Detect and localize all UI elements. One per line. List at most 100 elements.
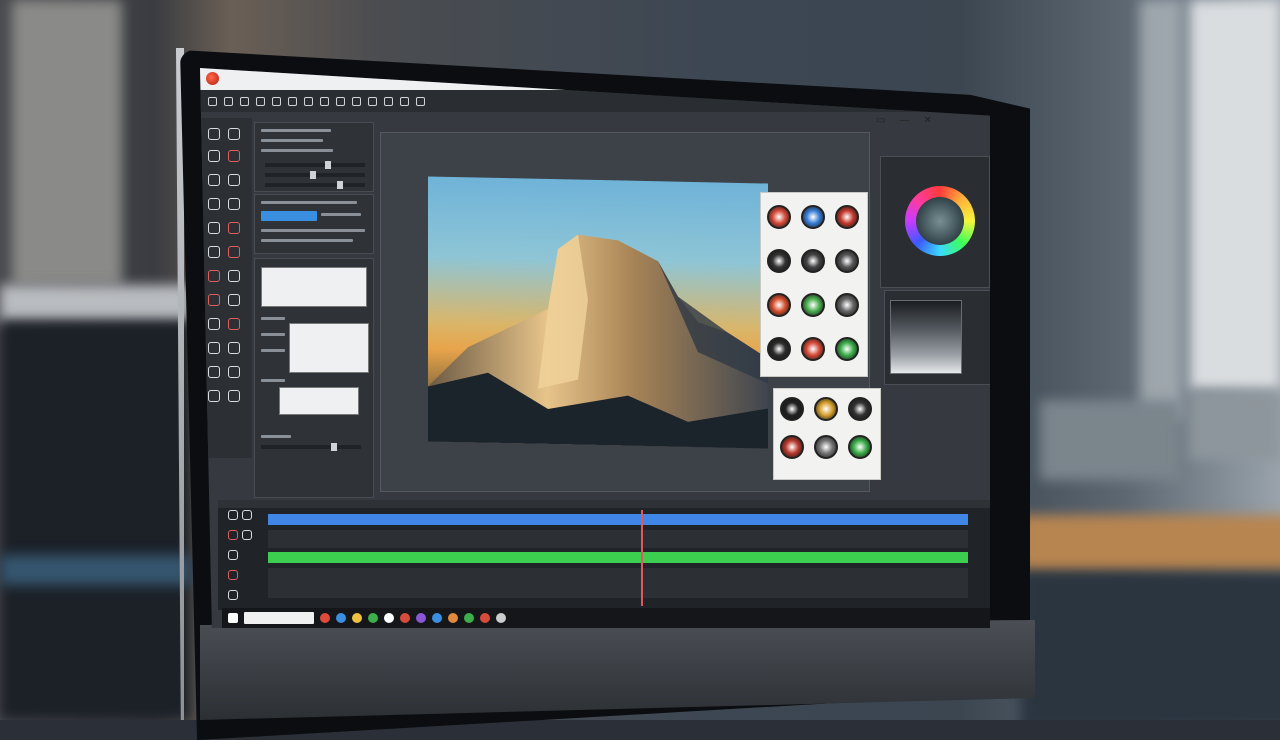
sticker-heart-green-icon[interactable] <box>848 435 872 459</box>
layer-name-line <box>261 317 285 320</box>
text-icon[interactable] <box>384 96 393 106</box>
text-tool-icon[interactable] <box>228 294 240 306</box>
sticker-red-ring-icon[interactable] <box>767 205 791 229</box>
track-lock-icon[interactable] <box>228 510 238 520</box>
mask-tool-icon[interactable] <box>208 390 220 402</box>
tools-icon[interactable] <box>480 613 490 623</box>
sticker-heart-dark-2-icon[interactable] <box>848 397 872 421</box>
restore-icon[interactable]: ▭ <box>876 115 885 126</box>
bg-box <box>1040 400 1180 480</box>
media-icon[interactable] <box>400 613 410 623</box>
game-icon[interactable] <box>464 613 474 623</box>
heal-tool-icon[interactable] <box>228 198 240 210</box>
sticker-red-dots-icon[interactable] <box>835 205 859 229</box>
open-icon[interactable] <box>224 96 233 106</box>
timeline-ruler[interactable] <box>218 500 990 508</box>
sticker-green-icon[interactable] <box>835 337 859 361</box>
layer-thumbnail[interactable] <box>289 323 369 373</box>
empty-track-2 <box>268 568 968 598</box>
copy-icon[interactable] <box>304 96 313 106</box>
eraser-tool-icon[interactable] <box>208 246 220 258</box>
photos-icon[interactable] <box>416 613 426 623</box>
sticker-dark-1-icon[interactable] <box>767 249 791 273</box>
settings-icon[interactable] <box>416 96 425 106</box>
undo-icon[interactable] <box>256 96 265 106</box>
background-color-icon[interactable] <box>228 366 240 378</box>
move-tool-icon[interactable] <box>228 128 240 140</box>
crop-icon[interactable] <box>336 96 345 106</box>
sticker-dark-2-icon[interactable] <box>801 249 825 273</box>
sticker-dark-3-icon[interactable] <box>835 249 859 273</box>
track-fx-icon[interactable] <box>228 570 238 580</box>
video-track-clip[interactable] <box>268 514 968 525</box>
paste-icon[interactable] <box>320 96 329 106</box>
rotate-icon[interactable] <box>352 96 361 106</box>
path-tool-icon[interactable] <box>208 318 220 330</box>
sticker-green-red-icon[interactable] <box>801 293 825 317</box>
tool-column <box>200 118 252 458</box>
track-eye-icon[interactable] <box>242 510 252 520</box>
redo-icon[interactable] <box>272 96 281 106</box>
crop-tool-icon[interactable] <box>208 174 220 186</box>
brush-tool-icon[interactable] <box>208 222 220 234</box>
blur-tool-icon[interactable] <box>208 270 220 282</box>
lasso-tool-icon[interactable] <box>208 150 220 162</box>
mountain-photo[interactable] <box>428 176 768 449</box>
sticker-red-ring-2-icon[interactable] <box>801 337 825 361</box>
audio-track-clip[interactable] <box>268 552 968 563</box>
dodge-tool-icon[interactable] <box>228 270 240 282</box>
track-record-icon[interactable] <box>228 530 238 540</box>
track-mute-icon[interactable] <box>242 530 252 540</box>
file-icon[interactable] <box>208 96 217 106</box>
sticker-blue-ring-icon[interactable] <box>801 205 825 229</box>
screen-mode-icon[interactable] <box>228 390 240 402</box>
slice-tool-icon[interactable] <box>228 174 240 186</box>
zoom-tool-icon[interactable] <box>228 342 240 354</box>
sticker-heart-dark-icon[interactable] <box>780 397 804 421</box>
sticker-dark-4-icon[interactable] <box>767 337 791 361</box>
size-slider[interactable] <box>265 171 365 179</box>
brush-icon[interactable] <box>368 96 377 106</box>
taskbar-search-input[interactable] <box>244 612 314 624</box>
track-solo-icon[interactable] <box>228 550 238 560</box>
panel-text-line <box>261 149 333 152</box>
select-tool-icon[interactable] <box>208 128 220 140</box>
store-icon[interactable] <box>368 613 378 623</box>
layer-name-line <box>261 333 285 336</box>
track-add-icon[interactable] <box>228 590 238 600</box>
layer-thumbnail[interactable] <box>279 387 359 415</box>
settings-icon[interactable] <box>496 613 506 623</box>
opacity-slider[interactable] <box>265 161 365 169</box>
hardness-slider[interactable] <box>265 181 365 189</box>
start-icon[interactable] <box>228 613 238 623</box>
layer-thumbnail[interactable] <box>261 267 367 307</box>
hand-tool-icon[interactable] <box>208 342 220 354</box>
sticker-heart-red-icon[interactable] <box>780 435 804 459</box>
selected-adjustment[interactable] <box>261 211 317 221</box>
minimize-icon[interactable]: — <box>899 115 909 126</box>
folder-icon[interactable] <box>352 613 362 623</box>
shape-tool-icon[interactable] <box>228 318 240 330</box>
fill-tool-icon[interactable] <box>228 246 240 258</box>
sticker-heart-grey-icon[interactable] <box>814 435 838 459</box>
close-icon[interactable]: ✕ <box>923 115 931 126</box>
music-icon[interactable] <box>448 613 458 623</box>
stamp-tool-icon[interactable] <box>228 222 240 234</box>
magic-wand-tool-icon[interactable] <box>228 150 240 162</box>
sticker-grey-icon[interactable] <box>835 293 859 317</box>
bg-desk <box>1020 515 1280 575</box>
sticker-heart-gold-icon[interactable] <box>814 397 838 421</box>
cut-icon[interactable] <box>288 96 297 106</box>
save-icon[interactable] <box>240 96 249 106</box>
sticker-red-dots-2-icon[interactable] <box>767 293 791 317</box>
browser-icon[interactable] <box>320 613 330 623</box>
mail-icon[interactable] <box>336 613 346 623</box>
playhead[interactable] <box>641 510 643 606</box>
foreground-color-icon[interactable] <box>208 366 220 378</box>
chat-icon[interactable] <box>432 613 442 623</box>
eyedropper-tool-icon[interactable] <box>208 198 220 210</box>
pen-tool-icon[interactable] <box>208 294 220 306</box>
zoom-icon[interactable] <box>400 96 409 106</box>
layer-opacity-slider[interactable] <box>261 443 361 451</box>
editor-icon[interactable] <box>384 613 394 623</box>
